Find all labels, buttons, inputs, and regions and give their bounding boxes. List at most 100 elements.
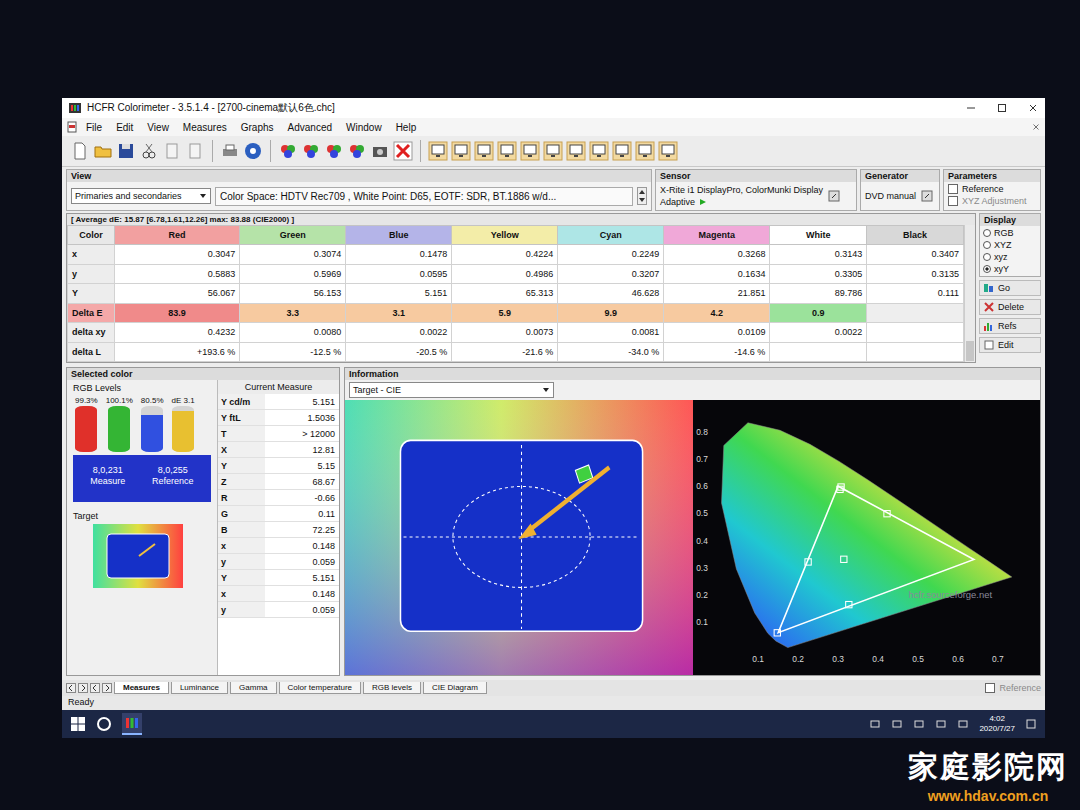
table-cell[interactable]: 0.3047 xyxy=(115,245,240,265)
table-cell[interactable]: -20.5 % xyxy=(346,342,452,362)
table-row[interactable]: Y56.06756.1535.15165.31346.62821.85189.7… xyxy=(68,284,964,304)
graph-near-black-icon[interactable] xyxy=(589,141,609,161)
table-cell[interactable]: 0.0022 xyxy=(346,323,452,343)
scrollbar[interactable] xyxy=(964,225,975,362)
paste-icon[interactable] xyxy=(185,141,205,161)
mdi-close-icon[interactable] xyxy=(1031,122,1041,132)
table-row[interactable]: delta L+193.6 %-12.5 %-20.5 %-21.6 %-34.… xyxy=(68,342,964,362)
help-icon[interactable] xyxy=(243,141,263,161)
cortana-icon[interactable] xyxy=(96,716,112,732)
measured-point[interactable] xyxy=(841,556,847,562)
menu-item[interactable]: Measures xyxy=(177,121,233,134)
parameter-checkbox[interactable]: Reference xyxy=(948,184,1036,194)
table-cell[interactable] xyxy=(867,342,964,362)
side-button[interactable]: Delete xyxy=(979,299,1041,315)
graph-temp-icon[interactable] xyxy=(474,141,494,161)
minimize-icon[interactable] xyxy=(965,102,977,114)
table-cell[interactable]: 0.0109 xyxy=(664,323,770,343)
measured-point[interactable] xyxy=(805,559,811,565)
bottom-tab[interactable]: CIE Diagram xyxy=(423,682,487,694)
spin-button[interactable] xyxy=(637,187,647,205)
bottom-tab[interactable]: RGB levels xyxy=(363,682,421,694)
table-cell[interactable]: 46.628 xyxy=(558,284,664,304)
table-row[interactable]: Delta E83.93.33.15.99.94.20.9 xyxy=(68,303,964,323)
table-cell[interactable]: 0.0080 xyxy=(240,323,346,343)
table-row[interactable]: x0.30470.30740.14780.42240.22490.32680.3… xyxy=(68,245,964,265)
graph-luminance-icon[interactable] xyxy=(428,141,448,161)
view-dropdown[interactable]: Primaries and secondaries xyxy=(71,188,211,204)
table-cell[interactable]: 3.1 xyxy=(346,303,452,323)
graph-sat-icon[interactable] xyxy=(543,141,563,161)
table-cell[interactable]: 0.5883 xyxy=(115,264,240,284)
reference-checkbox[interactable]: Reference xyxy=(985,683,1041,693)
table-cell[interactable] xyxy=(867,323,964,343)
print-icon[interactable] xyxy=(220,141,240,161)
table-cell[interactable] xyxy=(867,303,964,323)
table-cell[interactable]: -14.6 % xyxy=(664,342,770,362)
tab-nav-3-icon[interactable] xyxy=(90,683,100,693)
save-icon[interactable] xyxy=(116,141,136,161)
tray-2-icon[interactable] xyxy=(891,718,903,730)
menu-item[interactable]: Graphs xyxy=(235,121,280,134)
column-header[interactable]: White xyxy=(770,226,867,245)
measure-grays-icon[interactable] xyxy=(278,141,298,161)
cut-icon[interactable] xyxy=(139,141,159,161)
table-cell[interactable]: 0.3305 xyxy=(770,264,867,284)
measure-saturation-icon[interactable] xyxy=(347,141,367,161)
table-cell[interactable]: 0.111 xyxy=(867,284,964,304)
generator-settings-icon[interactable] xyxy=(920,189,934,203)
table-cell[interactable]: 0.3407 xyxy=(867,245,964,265)
table-cell[interactable]: 0.3135 xyxy=(867,264,964,284)
tab-nav-4-icon[interactable] xyxy=(102,683,112,693)
column-header[interactable]: Cyan xyxy=(558,226,664,245)
tab-nav-2-icon[interactable] xyxy=(78,683,88,693)
table-cell[interactable]: -12.5 % xyxy=(240,342,346,362)
table-cell[interactable]: 0.0081 xyxy=(558,323,664,343)
table-cell[interactable]: 4.2 xyxy=(664,303,770,323)
information-dropdown[interactable]: Target - CIE xyxy=(349,382,554,398)
table-cell[interactable]: 9.9 xyxy=(558,303,664,323)
table-cell[interactable]: 0.1478 xyxy=(346,245,452,265)
column-header[interactable]: Blue xyxy=(346,226,452,245)
copy-icon[interactable] xyxy=(162,141,182,161)
open-folder-icon[interactable] xyxy=(93,141,113,161)
table-row[interactable]: y0.58830.59690.05950.49860.32070.16340.3… xyxy=(68,264,964,284)
table-cell[interactable]: 0.4224 xyxy=(452,245,558,265)
menu-item[interactable]: View xyxy=(141,121,175,134)
menu-item[interactable]: Help xyxy=(390,121,423,134)
measure-secondaries-icon[interactable] xyxy=(324,141,344,161)
sensor-settings-icon[interactable] xyxy=(827,189,841,203)
table-cell[interactable]: 83.9 xyxy=(115,303,240,323)
table-cell[interactable]: 0.3143 xyxy=(770,245,867,265)
table-cell[interactable]: 0.4232 xyxy=(115,323,240,343)
table-cell[interactable]: 0.2249 xyxy=(558,245,664,265)
column-header[interactable]: Yellow xyxy=(452,226,558,245)
table-cell[interactable]: 0.3074 xyxy=(240,245,346,265)
table-cell[interactable]: 0.0595 xyxy=(346,264,452,284)
bottom-tab[interactable]: Measures xyxy=(114,682,169,694)
table-cell[interactable]: 0.1634 xyxy=(664,264,770,284)
notification-icon[interactable] xyxy=(1025,718,1037,730)
table-cell[interactable]: 3.3 xyxy=(240,303,346,323)
column-header[interactable]: Green xyxy=(240,226,346,245)
clock[interactable]: 4:022020/7/27 xyxy=(979,714,1015,733)
bottom-tab[interactable]: Color temperature xyxy=(279,682,361,694)
menu-item[interactable]: Edit xyxy=(110,121,139,134)
graph-rgb-icon[interactable] xyxy=(497,141,517,161)
new-file-icon[interactable] xyxy=(70,141,90,161)
table-cell[interactable] xyxy=(770,342,867,362)
measured-point[interactable] xyxy=(884,511,890,517)
table-cell[interactable]: 0.0022 xyxy=(770,323,867,343)
table-cell[interactable]: 0.4986 xyxy=(452,264,558,284)
table-cell[interactable]: +193.6 % xyxy=(115,342,240,362)
play-icon[interactable] xyxy=(699,198,707,206)
camera-icon[interactable] xyxy=(370,141,390,161)
tray-5-icon[interactable] xyxy=(957,718,969,730)
table-cell[interactable]: -34.0 % xyxy=(558,342,664,362)
side-button[interactable]: Go xyxy=(979,280,1041,296)
measured-point[interactable] xyxy=(838,484,844,490)
maximize-icon[interactable] xyxy=(996,102,1008,114)
side-button[interactable]: Edit xyxy=(979,337,1041,353)
display-radio[interactable]: xyY xyxy=(980,264,1040,274)
tray-1-icon[interactable] xyxy=(869,718,881,730)
